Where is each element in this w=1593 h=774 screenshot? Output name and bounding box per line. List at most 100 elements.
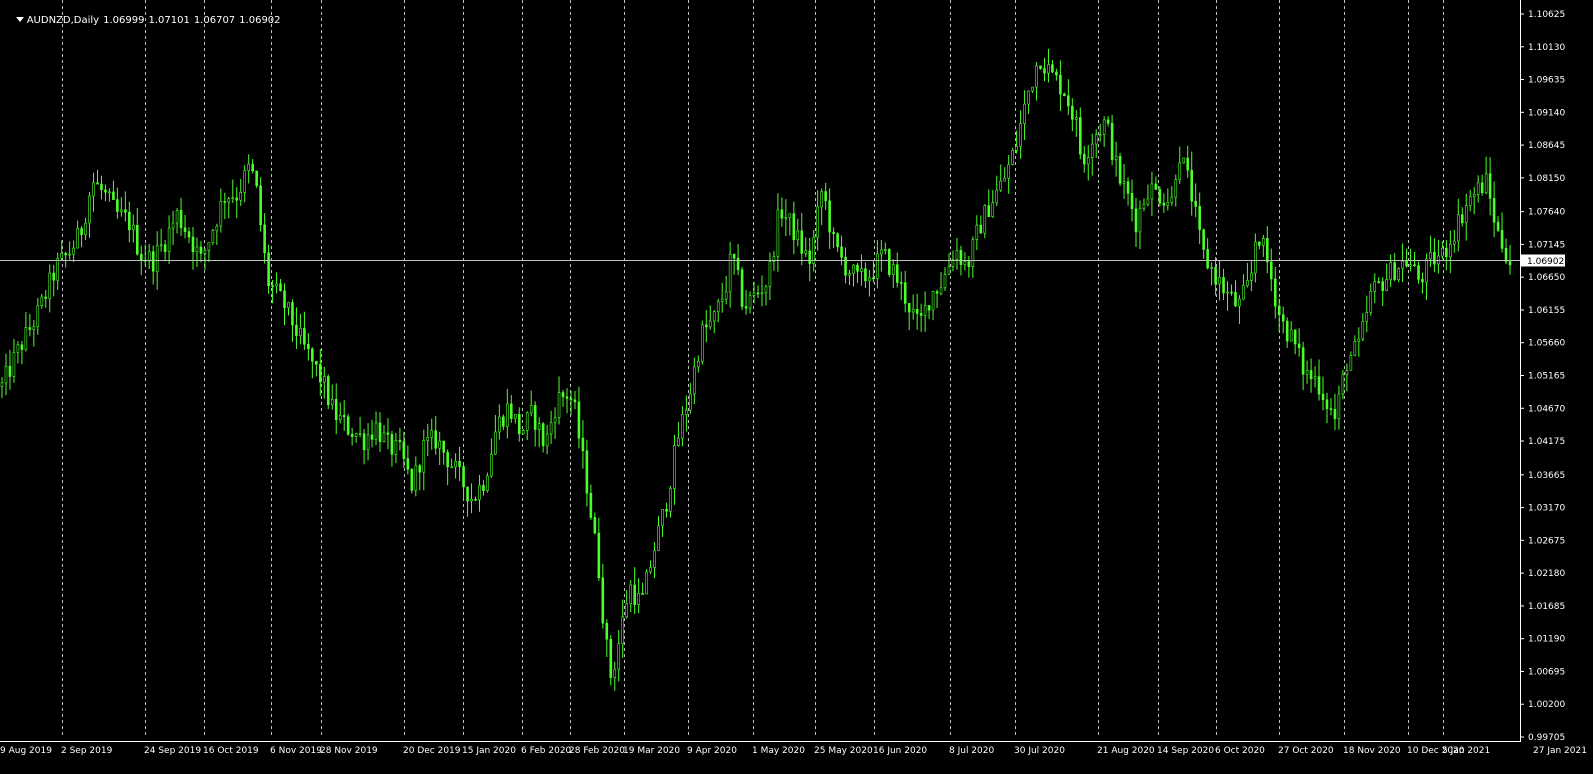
candle-body: [410, 468, 414, 491]
candle-body: [1186, 157, 1190, 171]
candle-body: [171, 222, 175, 229]
candle-body: [744, 306, 748, 309]
dropdown-triangle-icon[interactable]: [15, 17, 24, 22]
candle-body: [856, 264, 859, 272]
candle-body: [840, 246, 843, 258]
candle-body: [728, 253, 732, 293]
candle-body: [1305, 370, 1309, 375]
candle-body: [454, 461, 457, 468]
candle-body: [478, 485, 481, 500]
candle-body: [346, 416, 350, 435]
candle-body: [1094, 134, 1098, 145]
candle-body: [585, 450, 589, 494]
candle-body: [1051, 64, 1054, 73]
y-tick-label: 1.02180: [1528, 569, 1565, 579]
candle-body: [860, 268, 863, 272]
candle-body: [64, 252, 67, 256]
candle-body: [1258, 241, 1261, 246]
chart-window[interactable]: 9 Aug 2019 2 Sep 2019 24 Sep 2019 16 Oct 20…: [0, 0, 1593, 774]
candle-body: [995, 189, 999, 204]
candle-body: [1146, 198, 1150, 205]
candle-body: [326, 376, 330, 406]
candle-body: [12, 352, 16, 377]
candle-body: [760, 292, 764, 295]
candle-body: [1373, 281, 1377, 292]
x-tick-label: 25 May 2020: [814, 746, 873, 756]
candle-body: [812, 236, 816, 264]
candle-body: [716, 301, 720, 313]
candle-body: [1039, 65, 1042, 69]
candle-body: [1242, 285, 1245, 300]
candle-body: [0, 382, 4, 387]
candle-body: [438, 440, 441, 449]
candle-body: [533, 405, 537, 430]
candle-body: [330, 398, 334, 406]
candle-body: [1464, 205, 1468, 224]
candle-body: [482, 485, 485, 492]
candle-body: [378, 422, 382, 442]
candle-body: [915, 308, 919, 314]
candle-body: [1453, 240, 1456, 245]
candle-body: [219, 201, 223, 227]
candle-body: [139, 253, 143, 261]
x-tick-label: 9 Apr 2020: [687, 746, 737, 756]
candle-body: [398, 440, 402, 442]
price-chart[interactable]: 9 Aug 2019 2 Sep 2019 24 Sep 2019 16 Oct 20…: [0, 0, 1593, 774]
candle-body: [1353, 341, 1357, 356]
candle-body: [943, 274, 947, 289]
x-tick-label: 27 Oct 2020: [1278, 746, 1334, 756]
candle-body: [32, 326, 36, 330]
candle-body: [295, 324, 298, 337]
candle-body: [788, 213, 792, 218]
candle-body: [1309, 370, 1313, 380]
candle-body: [267, 252, 270, 287]
candle-body: [1456, 214, 1460, 242]
candle-body: [888, 249, 891, 275]
candle-body: [1230, 291, 1233, 294]
candle-body: [1178, 162, 1182, 180]
candle-body: [199, 246, 203, 254]
candle-body: [895, 264, 899, 283]
x-tick-label: 20 Dec 2019: [403, 746, 461, 756]
candle-body: [561, 392, 565, 398]
candle-body: [1445, 247, 1448, 258]
candle-body: [669, 488, 672, 512]
candle-body: [243, 170, 247, 193]
candle-body: [673, 445, 676, 489]
candle-body: [1293, 329, 1297, 345]
x-tick-label: 28 Feb 2020: [569, 746, 625, 756]
candle-body: [211, 230, 215, 243]
candle-body: [104, 189, 107, 193]
candle-body: [1472, 194, 1476, 197]
candle-body: [1023, 103, 1026, 124]
candle-body: [919, 313, 923, 316]
candle-body: [983, 205, 987, 234]
candle-body: [1019, 123, 1022, 147]
candle-body: [700, 324, 704, 362]
candle-body: [848, 273, 851, 276]
candle-body: [513, 414, 517, 419]
x-tick-label: 2 Sep 2019: [61, 746, 113, 756]
candle-body: [991, 202, 995, 218]
candle-body: [486, 475, 489, 492]
candle-body: [1369, 290, 1373, 313]
candle-body: [1027, 90, 1030, 105]
candle-body: [1285, 320, 1289, 342]
candle-body: [494, 431, 497, 455]
candle-body: [1401, 260, 1404, 269]
candle-body: [824, 191, 827, 202]
candle-body: [1281, 314, 1285, 322]
y-tick-label: 1.05165: [1528, 372, 1565, 382]
candle-body: [577, 401, 581, 439]
candle-body: [1329, 408, 1333, 410]
candle-body: [1059, 74, 1062, 95]
candle-body: [557, 392, 561, 419]
x-tick-label: 28 Nov 2019: [320, 746, 378, 756]
candle-body: [446, 452, 449, 468]
candle-body: [1198, 206, 1201, 230]
candle-body: [195, 246, 199, 253]
candle-body: [223, 201, 227, 203]
candle-body: [641, 593, 644, 595]
candle-body: [183, 227, 187, 233]
candle-body: [1437, 255, 1440, 265]
